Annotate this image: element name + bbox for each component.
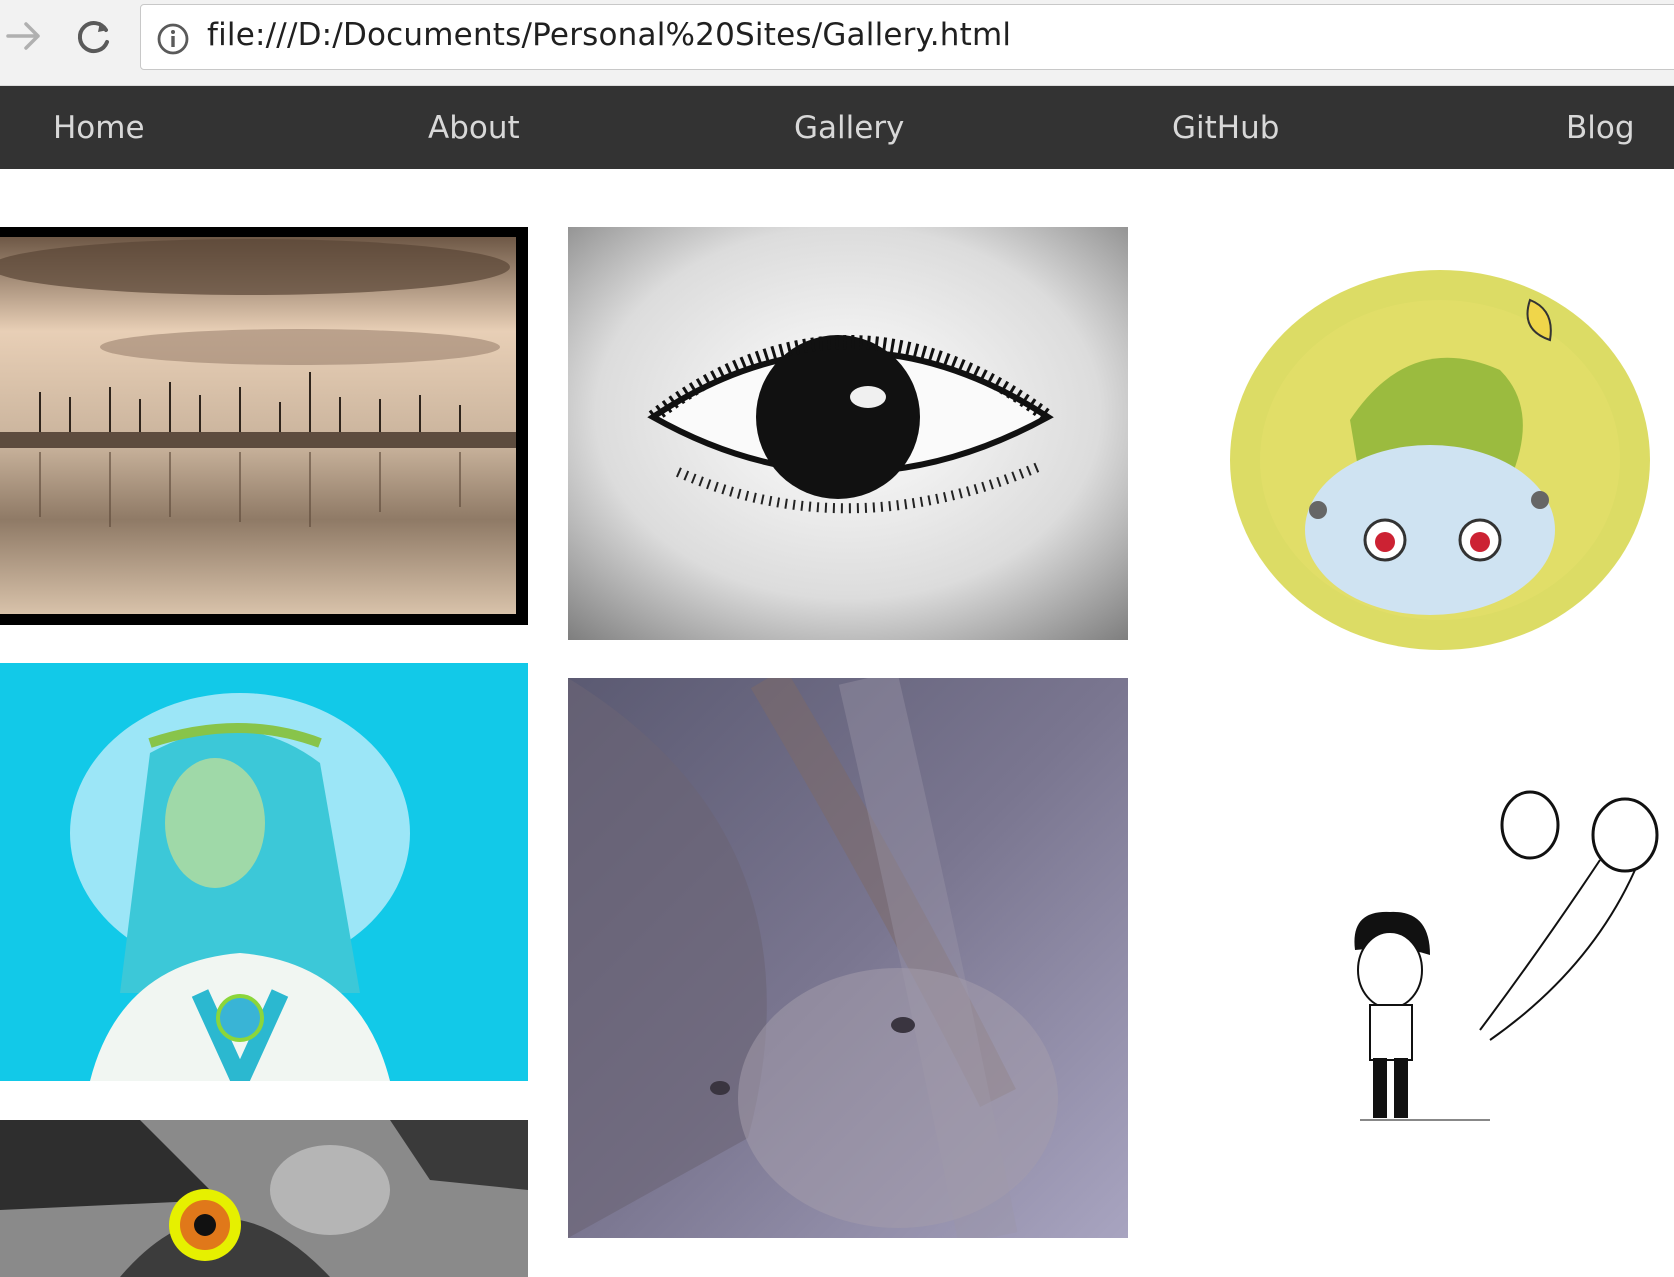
gallery-image-boy-balloons[interactable] bbox=[1180, 720, 1674, 1260]
blue-haired-girl-painting bbox=[0, 663, 528, 1081]
nav-gallery[interactable]: Gallery bbox=[794, 110, 904, 146]
info-icon[interactable] bbox=[156, 22, 190, 56]
ink-eye-drawing bbox=[568, 227, 1128, 640]
browser-toolbar: file:///D:/Documents/Personal%20Sites/Ga… bbox=[0, 0, 1674, 86]
reload-icon bbox=[77, 21, 109, 53]
gallery-image-grey-creature[interactable] bbox=[0, 1120, 528, 1277]
gallery-image-soft-face[interactable] bbox=[568, 678, 1128, 1238]
nav-github[interactable]: GitHub bbox=[1172, 110, 1279, 146]
nav-blog[interactable]: Blog bbox=[1566, 110, 1635, 146]
url-text: file:///D:/Documents/Personal%20Sites/Ga… bbox=[207, 17, 1012, 53]
forward-button[interactable] bbox=[2, 14, 46, 58]
arrow-right-icon bbox=[6, 22, 40, 50]
nav-about[interactable]: About bbox=[428, 110, 520, 146]
nav-home[interactable]: Home bbox=[53, 110, 145, 146]
sepia-forest-painting bbox=[0, 237, 516, 614]
address-bar[interactable]: file:///D:/Documents/Personal%20Sites/Ga… bbox=[140, 4, 1674, 70]
gallery-image-sepia-forest[interactable] bbox=[0, 227, 528, 625]
soft-face-painting bbox=[568, 678, 1128, 1238]
gallery-image-bulbasaur[interactable] bbox=[1210, 250, 1674, 670]
gallery-image-ink-eye[interactable] bbox=[568, 227, 1128, 640]
reload-button[interactable] bbox=[72, 14, 116, 58]
gallery-image-blue-haired-girl[interactable] bbox=[0, 663, 528, 1081]
grey-creature-painting bbox=[0, 1120, 528, 1277]
boy-with-balloons-drawing bbox=[1180, 720, 1674, 1260]
bulbasaur-painting bbox=[1210, 250, 1674, 670]
site-nav: Home About Gallery GitHub Blog bbox=[0, 86, 1674, 169]
